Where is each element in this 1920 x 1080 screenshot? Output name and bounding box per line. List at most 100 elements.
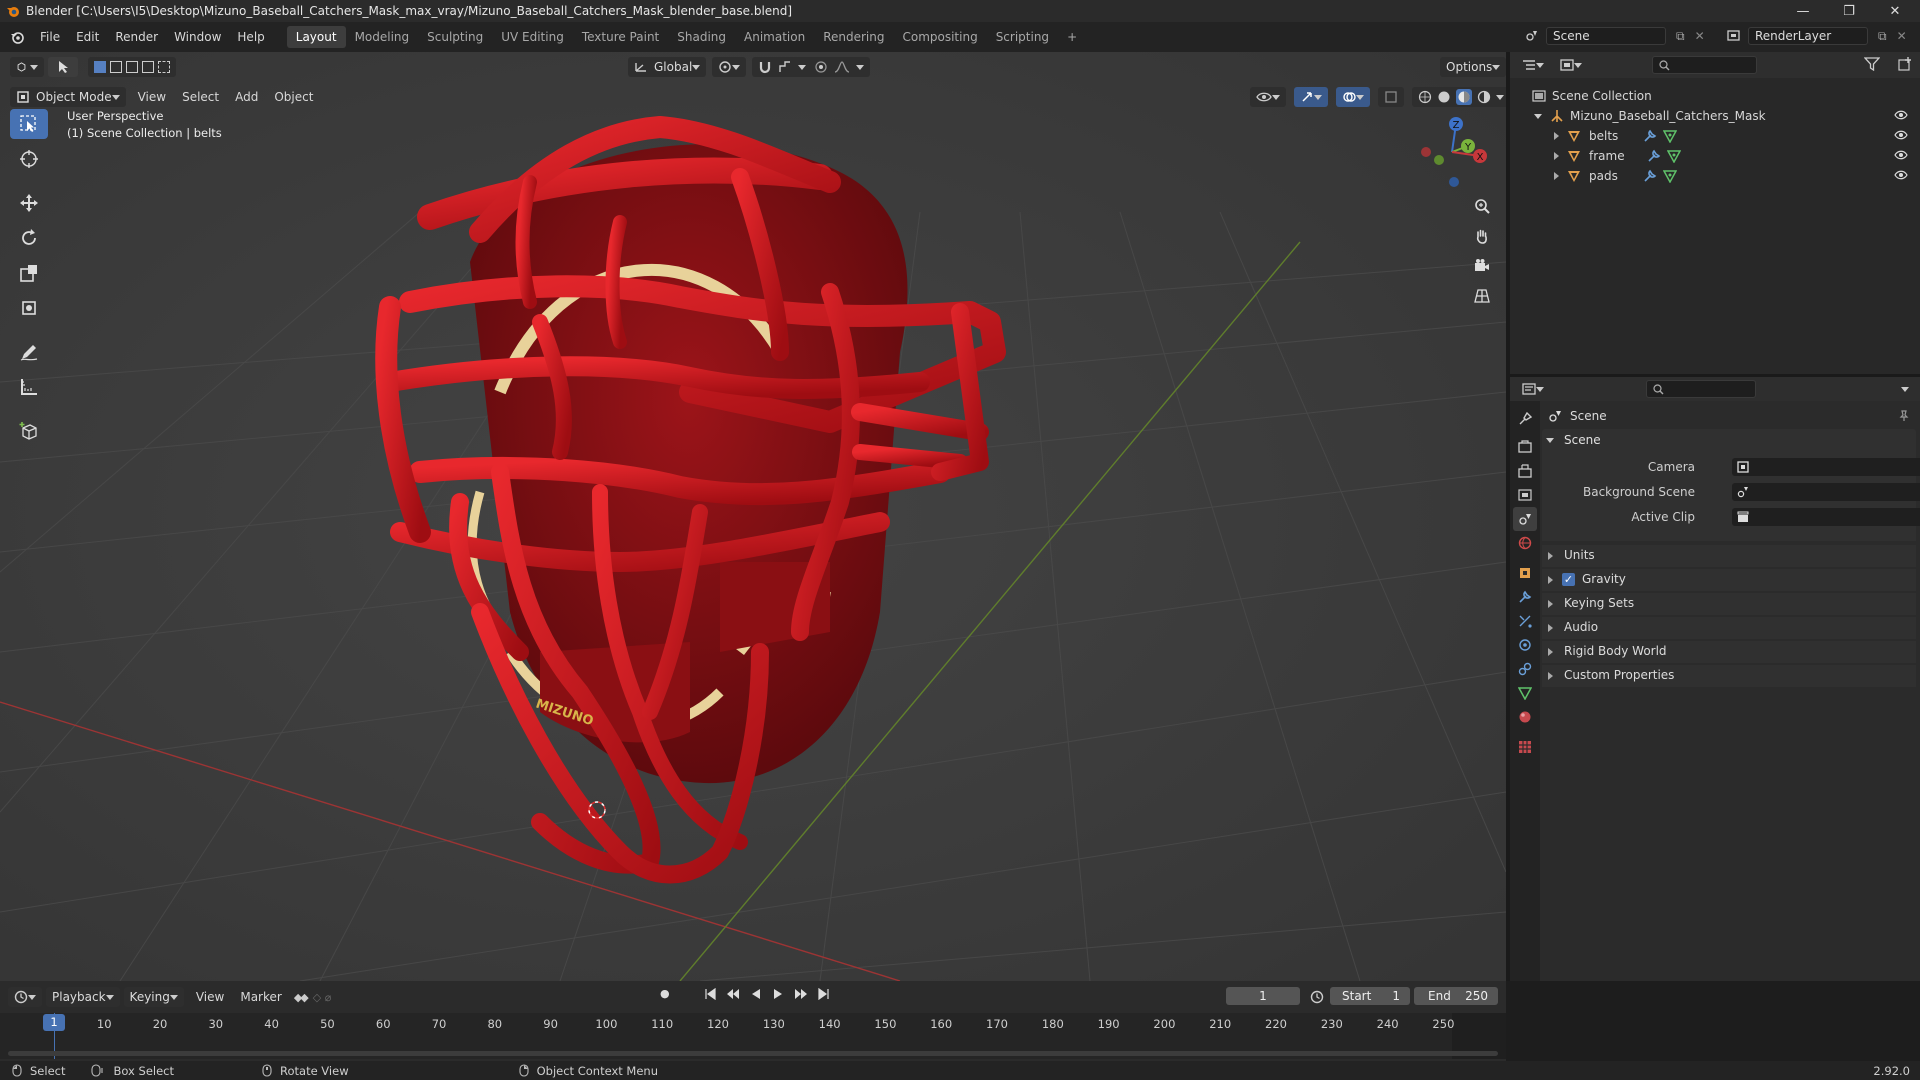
tab-texture[interactable]	[1513, 735, 1537, 759]
snapping-group[interactable]	[752, 57, 812, 77]
tab-world[interactable]	[1513, 531, 1537, 555]
tab-constraints[interactable]	[1513, 657, 1537, 681]
tab-animation[interactable]: Animation	[735, 26, 814, 48]
3d-viewport[interactable]: MIZUNO Global Options Object Mode View S…	[0, 52, 1506, 981]
render-layer-selector[interactable]: RenderLayer	[1748, 27, 1868, 45]
blender-menu-icon[interactable]	[10, 30, 24, 44]
visibility-eye-icon[interactable]	[1894, 150, 1908, 160]
visibility-dropdown[interactable]	[1250, 87, 1286, 107]
menu-edit[interactable]: Edit	[68, 30, 107, 44]
tab-view-layer[interactable]	[1513, 483, 1537, 507]
viewport-menu-add[interactable]: Add	[227, 90, 266, 104]
cursor-tool[interactable]	[10, 144, 48, 174]
overlays-toggle[interactable]	[1336, 87, 1370, 107]
zoom-button[interactable]	[1468, 192, 1496, 220]
visibility-eye-icon[interactable]	[1894, 110, 1908, 120]
outliner-editor-type[interactable]	[1516, 55, 1550, 75]
select-invert-icon[interactable]	[142, 61, 154, 73]
tab-sculpting[interactable]: Sculpting	[418, 26, 492, 48]
viewport-menu-select[interactable]: Select	[174, 90, 227, 104]
next-keyframe-icon[interactable]	[794, 988, 808, 1000]
playhead-frame-indicator[interactable]: 1	[43, 1014, 65, 1031]
falloff-curve-icon[interactable]	[834, 60, 850, 74]
expand-triangle-icon[interactable]	[1554, 172, 1559, 180]
keyframe-nav-icon[interactable]: ◆◆	[294, 991, 309, 1004]
select-new-icon[interactable]	[94, 61, 106, 73]
timeline-menu-view[interactable]: View	[188, 990, 232, 1004]
navigation-gizmo[interactable]: Z Y X	[1404, 106, 1500, 202]
tab-layout[interactable]: Layout	[286, 26, 346, 48]
jump-end-icon[interactable]	[818, 987, 830, 1000]
magnet-icon[interactable]	[758, 60, 772, 74]
camera-view-button[interactable]	[1468, 252, 1496, 280]
tab-modeling[interactable]: Modeling	[346, 26, 419, 48]
proportional-edit-group[interactable]	[808, 57, 870, 77]
rendered-shading-icon[interactable]	[1477, 90, 1491, 104]
panel-expand-icon[interactable]	[1548, 648, 1553, 656]
scene-remove-icon[interactable]: ✕	[1695, 29, 1705, 43]
perspective-toggle-button[interactable]	[1468, 282, 1496, 310]
menu-file[interactable]: File	[32, 30, 68, 44]
current-frame-field[interactable]: 1	[1226, 987, 1300, 1005]
solid-shading-icon[interactable]	[1437, 90, 1451, 104]
tab-compositing[interactable]: Compositing	[893, 26, 986, 48]
render-layer-new-icon[interactable]: ⧉	[1878, 29, 1887, 44]
menu-window[interactable]: Window	[166, 30, 229, 44]
wireframe-shading-icon[interactable]	[1418, 90, 1432, 104]
transform-orientation-dropdown[interactable]: Global	[628, 57, 707, 77]
editor-type-button[interactable]	[10, 57, 44, 77]
material-shading-icon[interactable]	[1456, 89, 1472, 105]
outliner-scene-collection[interactable]: Scene Collection	[1532, 86, 1652, 106]
start-frame-field[interactable]: Start 1	[1330, 987, 1410, 1005]
display-mode-dropdown[interactable]	[1554, 55, 1588, 75]
scale-tool[interactable]	[10, 258, 48, 288]
expand-triangle-icon[interactable]	[1554, 132, 1559, 140]
outliner-object-pads[interactable]: pads	[1554, 166, 1677, 186]
preview-range-icon[interactable]	[1310, 990, 1324, 1004]
gizmo-neg-z[interactable]	[1449, 177, 1459, 187]
end-frame-field[interactable]: End 250	[1414, 987, 1498, 1005]
maximize-button[interactable]: ❐	[1826, 0, 1872, 22]
rotate-tool[interactable]	[10, 223, 48, 253]
tab-render[interactable]	[1513, 435, 1537, 459]
visibility-eye-icon[interactable]	[1894, 170, 1908, 180]
select-extend-icon[interactable]	[110, 61, 122, 73]
panel-expand-icon[interactable]	[1548, 624, 1553, 632]
outliner-object-belts[interactable]: belts	[1554, 126, 1677, 146]
tab-scene[interactable]	[1513, 507, 1537, 531]
collapse-triangle-icon[interactable]	[1534, 113, 1542, 119]
new-collection-icon[interactable]	[1898, 57, 1912, 74]
gizmo-neg-x[interactable]	[1421, 147, 1431, 157]
play-reverse-icon[interactable]	[750, 988, 762, 1000]
viewport-menu-object[interactable]: Object	[266, 90, 321, 104]
panel-expand-icon[interactable]	[1548, 552, 1553, 560]
move-tool[interactable]	[10, 188, 48, 218]
gizmo-neg-y[interactable]	[1434, 155, 1444, 165]
mesh-data-icon[interactable]	[1663, 129, 1677, 143]
outliner-search[interactable]	[1652, 56, 1757, 74]
keying-dropdown[interactable]: Keying	[123, 987, 184, 1007]
render-layer-remove-icon[interactable]: ✕	[1897, 29, 1907, 43]
select-box-tool[interactable]	[10, 109, 48, 139]
properties-search[interactable]	[1646, 380, 1756, 398]
annotate-tool[interactable]	[10, 337, 48, 367]
close-button[interactable]: ✕	[1872, 0, 1918, 22]
panel-expand-icon[interactable]	[1548, 576, 1553, 584]
minimize-button[interactable]: —	[1780, 0, 1826, 22]
mesh-data-icon[interactable]	[1663, 169, 1677, 183]
modifier-wrench-icon[interactable]	[1643, 169, 1657, 183]
tab-tool[interactable]	[1513, 407, 1537, 431]
active-clip-field[interactable]	[1732, 508, 1920, 526]
tab-scripting[interactable]: Scripting	[987, 26, 1058, 48]
timeline-scrollbar[interactable]	[8, 1051, 1498, 1056]
pivot-point-dropdown[interactable]	[712, 57, 746, 77]
viewport-menu-view[interactable]: View	[130, 90, 174, 104]
tab-shading[interactable]: Shading	[668, 26, 735, 48]
panel-collapse-icon[interactable]	[1546, 438, 1554, 443]
panel-expand-icon[interactable]	[1548, 600, 1553, 608]
tab-modifiers[interactable]	[1513, 585, 1537, 609]
rigid-body-world-panel[interactable]: Rigid Body World	[1542, 641, 1916, 663]
scene-new-icon[interactable]: ⧉	[1676, 29, 1685, 44]
add-cube-tool[interactable]	[10, 416, 48, 446]
custom-properties-panel[interactable]: Custom Properties	[1542, 665, 1916, 687]
